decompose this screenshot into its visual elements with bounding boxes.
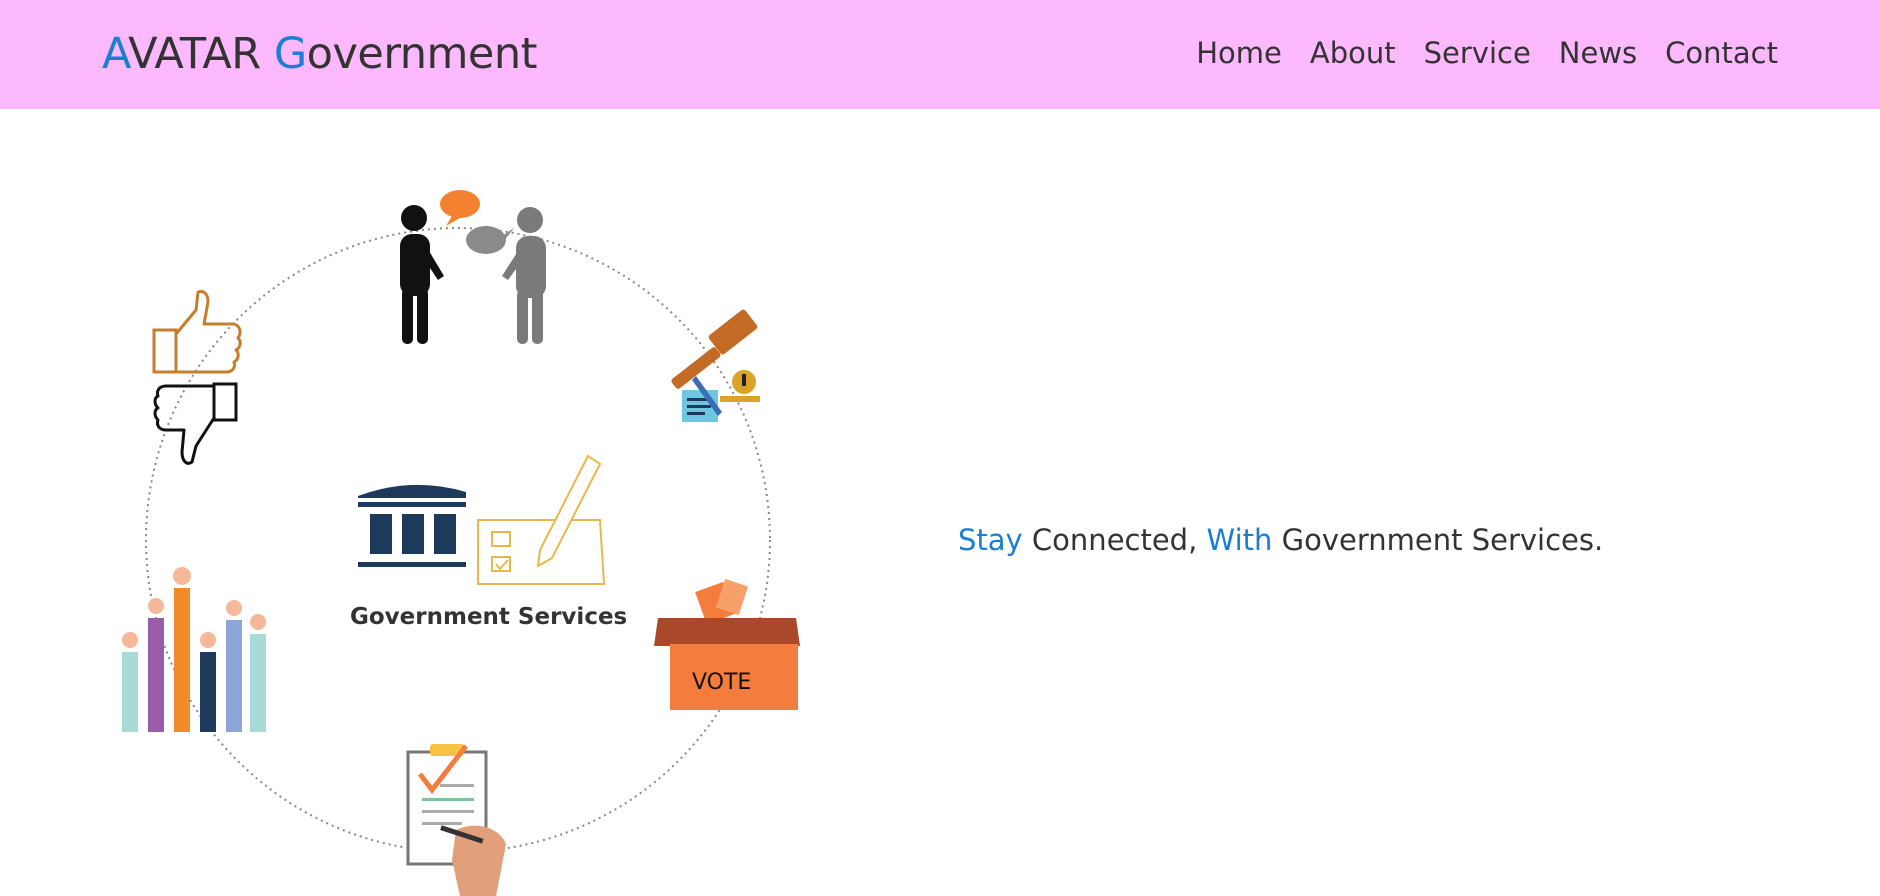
thumbs-down-icon (153, 382, 238, 465)
checklist-signing-icon (406, 744, 506, 896)
government-services-illustration: Government Services VOTE (122, 190, 800, 896)
navbar: AVATAR Government Home About Service New… (0, 0, 1880, 109)
brand-text-government: overnment (306, 29, 538, 79)
nav-service[interactable]: Service (1424, 33, 1531, 73)
ballot-pencil-icon (477, 454, 606, 585)
brand-text-avatar: VATAR (128, 29, 274, 79)
nav-news[interactable]: News (1559, 33, 1637, 73)
people-talking-icon (400, 190, 546, 344)
raised-hands-icon (122, 567, 266, 732)
tagline-connected: Connected, (1022, 523, 1207, 557)
tagline-with: With (1206, 523, 1273, 557)
nav-home[interactable]: Home (1196, 33, 1282, 73)
vote-box-label: VOTE (692, 670, 751, 695)
brand-logo[interactable]: AVATAR Government (102, 27, 537, 81)
tagline-stay: Stay (958, 523, 1023, 557)
government-building-icon (358, 484, 466, 567)
tagline-government-services: Government Services. (1272, 523, 1604, 557)
brand-letter-g: G (273, 29, 307, 79)
vote-box-icon: VOTE (654, 579, 800, 710)
main-nav: Home About Service News Contact (1196, 33, 1778, 73)
nav-about[interactable]: About (1310, 33, 1396, 73)
center-label: Government Services (350, 604, 627, 630)
brand-letter-a: A (102, 29, 129, 79)
nav-contact[interactable]: Contact (1665, 33, 1778, 73)
hero-tagline: Stay Connected, With Government Services… (958, 520, 1603, 560)
thumbs-up-icon (152, 290, 242, 374)
